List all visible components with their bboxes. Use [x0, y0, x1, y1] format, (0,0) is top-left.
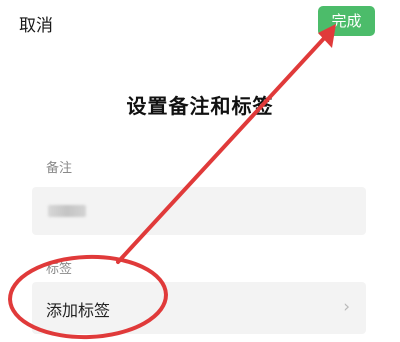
chevron-right-icon: › — [343, 297, 350, 317]
page-title: 设置备注和标签 — [126, 94, 274, 118]
remark-input[interactable] — [32, 187, 366, 235]
remark-label: 备注 — [46, 161, 73, 176]
add-tag-label: 添加标签 — [46, 301, 111, 320]
done-button[interactable]: 完成 — [318, 6, 375, 36]
cancel-button[interactable]: 取消 — [19, 11, 53, 36]
add-tag-row[interactable]: 添加标签 › — [32, 282, 366, 334]
tags-label: 标签 — [46, 262, 73, 277]
blurred-remark-value — [48, 205, 86, 217]
